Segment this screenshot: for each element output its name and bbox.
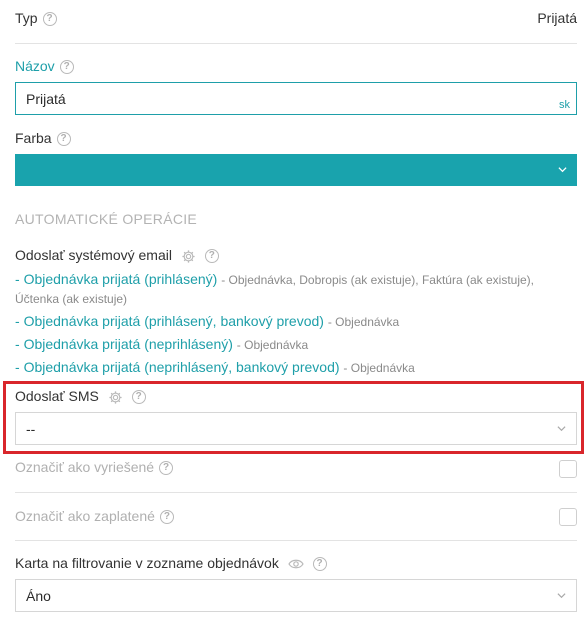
filter-card-select-value: Áno xyxy=(26,588,51,604)
typ-label: Typ? xyxy=(15,10,57,27)
typ-value: Prijatá xyxy=(537,10,577,26)
list-dash: - xyxy=(15,359,24,375)
resolved-checkbox[interactable] xyxy=(559,460,577,478)
help-icon[interactable]: ? xyxy=(312,557,327,572)
paid-label: Označiť ako zaplatené? xyxy=(15,508,174,525)
help-icon[interactable]: ? xyxy=(42,12,57,27)
email-item-desc: - Objednávka xyxy=(327,315,400,329)
nazov-input-value: Prijatá xyxy=(26,91,66,107)
resolved-label-text: Označiť ako vyriešené xyxy=(15,459,155,475)
nazov-label-text: Názov xyxy=(15,58,55,74)
highlight-box xyxy=(3,381,584,454)
email-list: - Objednávka prijatá (prihlásený) - Obje… xyxy=(15,270,577,381)
chevron-down-icon xyxy=(558,167,567,173)
section-title: AUTOMATICKÉ OPERÁCIE xyxy=(15,211,198,227)
filter-card-label-text: Karta na filtrovanie v zozname objednávo… xyxy=(15,555,279,571)
nazov-input[interactable]: Prijatá sk xyxy=(15,82,577,115)
filter-card-label: Karta na filtrovanie v zozname objednávo… xyxy=(15,555,327,572)
divider xyxy=(15,540,577,541)
color-select[interactable] xyxy=(15,154,577,186)
email-item: - Objednávka prijatá (neprihlásený, bank… xyxy=(15,358,577,377)
farba-label: Farba? xyxy=(15,130,71,147)
email-template-link[interactable]: Objednávka prijatá (neprihlásený, bankov… xyxy=(24,359,340,375)
divider xyxy=(15,43,577,44)
help-icon[interactable]: ? xyxy=(204,249,219,264)
typ-label-text: Typ xyxy=(15,10,38,26)
language-badge[interactable]: sk xyxy=(559,99,570,111)
list-dash: - xyxy=(15,271,24,287)
email-label: Odoslať systémový email ? xyxy=(15,247,219,264)
paid-checkbox[interactable] xyxy=(559,508,577,526)
email-item: - Objednávka prijatá (neprihlásený) - Ob… xyxy=(15,335,577,354)
email-label-text: Odoslať systémový email xyxy=(15,247,172,263)
email-item: - Objednávka prijatá (prihlásený, bankov… xyxy=(15,312,577,331)
help-icon[interactable]: ? xyxy=(159,510,174,525)
typ-row: Typ? Prijatá xyxy=(15,10,577,30)
email-template-link[interactable]: Objednávka prijatá (prihlásený) xyxy=(24,271,218,287)
gear-icon[interactable] xyxy=(181,249,196,264)
email-item-desc: - Objednávka xyxy=(343,361,415,375)
email-item-desc: - Objednávka xyxy=(236,338,309,352)
resolved-label: Označiť ako vyriešené? xyxy=(15,459,174,476)
email-template-link[interactable]: Objednávka prijatá (neprihlásený) xyxy=(24,336,233,352)
email-template-link[interactable]: Objednávka prijatá (prihlásený, bankový … xyxy=(24,313,324,329)
paid-label-text: Označiť ako zaplatené xyxy=(15,508,155,524)
eye-icon[interactable] xyxy=(288,558,304,570)
farba-label-text: Farba xyxy=(15,130,52,146)
email-item: - Objednávka prijatá (prihlásený) - Obje… xyxy=(15,270,577,308)
help-icon[interactable]: ? xyxy=(56,132,71,147)
filter-card-select[interactable]: Áno xyxy=(15,579,577,612)
list-dash: - xyxy=(15,336,24,352)
nazov-label: Názov? xyxy=(15,58,74,75)
chevron-down-icon xyxy=(557,593,566,599)
divider xyxy=(15,492,577,493)
help-icon[interactable]: ? xyxy=(159,461,174,476)
list-dash: - xyxy=(15,313,24,329)
help-icon[interactable]: ? xyxy=(59,60,74,75)
